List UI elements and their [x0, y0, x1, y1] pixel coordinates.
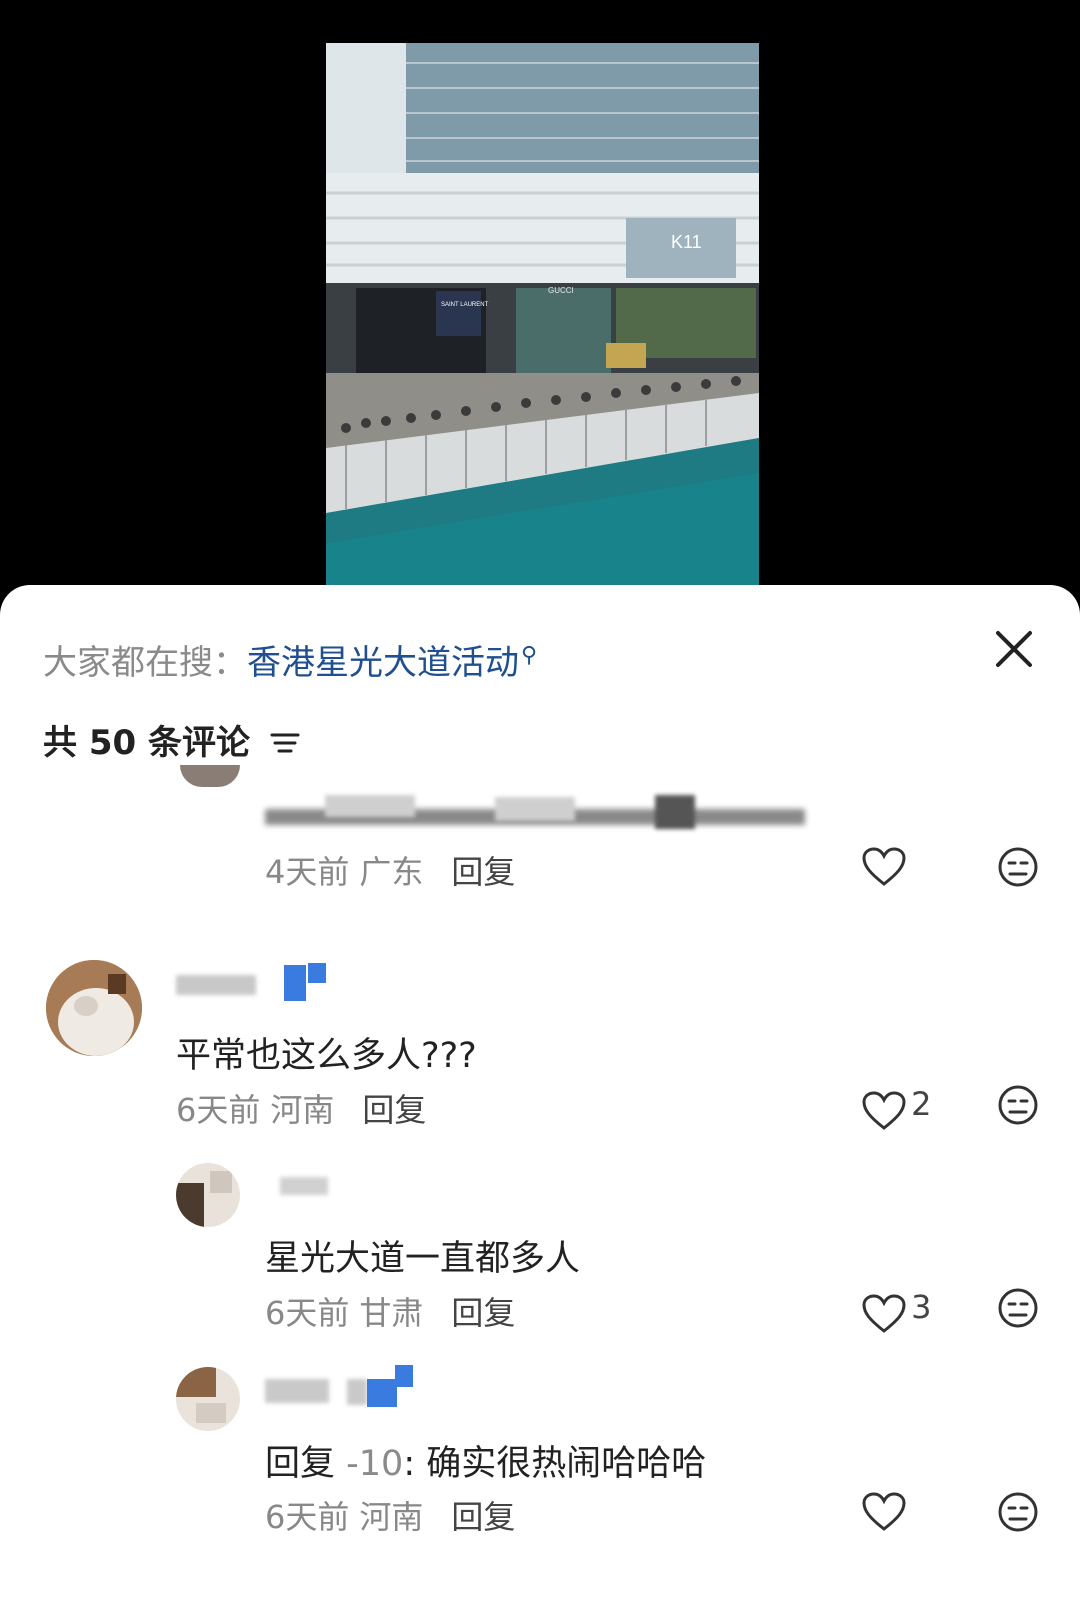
- comment-text: 星光大道一直都多人: [265, 1239, 581, 1279]
- comment-meta: 4天前 广东 回复: [265, 847, 515, 893]
- sign-brand2: GUCCI: [548, 286, 574, 295]
- video-player[interactable]: SAINT LAURENT GUCCI K11: [0, 0, 1080, 600]
- comment-panel: 大家都在搜：香港星光大道活动⚲ 共 50 条评论 4天前 广东 回复 平常也这么…: [0, 585, 1080, 1612]
- heart-icon: [862, 1492, 906, 1531]
- like-button[interactable]: [862, 847, 906, 891]
- comment-location: 河南: [359, 1498, 424, 1536]
- close-icon: [996, 631, 1032, 667]
- username-obscured[interactable]: [176, 963, 336, 1003]
- reply-button[interactable]: 回复: [451, 853, 515, 891]
- trending-search[interactable]: 大家都在搜：香港星光大道活动⚲: [43, 635, 537, 684]
- dislike-button[interactable]: [997, 1287, 1039, 1333]
- reply-button[interactable]: 回复: [451, 1498, 515, 1536]
- comment-location: 广东: [359, 853, 424, 891]
- reply-text: 回复 -10: 确实很热闹哈哈哈: [265, 1435, 706, 1486]
- comment-text: 平常也这么多人???: [176, 1036, 477, 1076]
- comment-time: 4天前: [265, 853, 350, 891]
- avatar[interactable]: [176, 1367, 240, 1431]
- trending-search-prefix: 大家都在搜：: [43, 643, 247, 683]
- comment-time: 6天前: [176, 1091, 261, 1129]
- reply-to-user[interactable]: -10: [346, 1444, 403, 1484]
- sort-icon[interactable]: [270, 725, 300, 765]
- like-button[interactable]: 2: [862, 1085, 931, 1131]
- video-frame-image: SAINT LAURENT GUCCI K11: [326, 43, 759, 585]
- meh-face-icon: [998, 1288, 1038, 1328]
- comment-location: 甘肃: [359, 1294, 424, 1332]
- comment-count: 共 50 条评论: [43, 715, 300, 765]
- comment-time: 6天前: [265, 1498, 350, 1536]
- comment-location: 河南: [270, 1091, 335, 1129]
- meh-face-icon: [998, 1492, 1038, 1532]
- sign-brand1: SAINT LAURENT: [441, 302, 489, 308]
- dislike-button[interactable]: [997, 1084, 1039, 1130]
- username-obscured[interactable]: [280, 1175, 330, 1199]
- search-icon: ⚲: [521, 642, 538, 668]
- like-button[interactable]: [862, 1492, 906, 1536]
- like-button[interactable]: 3: [862, 1288, 931, 1334]
- like-count: 2: [911, 1085, 932, 1123]
- comment-count-label: 共 50 条评论: [43, 723, 250, 763]
- like-count: 3: [911, 1288, 932, 1326]
- sign-brand3: K11: [671, 232, 702, 252]
- close-button[interactable]: [994, 629, 1042, 677]
- avatar[interactable]: [46, 960, 142, 1056]
- meh-face-icon: [998, 1085, 1038, 1125]
- heart-icon: [862, 847, 906, 886]
- comment-meta: 6天前 河南 回复: [265, 1492, 515, 1538]
- reply-button[interactable]: 回复: [451, 1294, 515, 1332]
- comment-meta: 6天前 河南 回复: [176, 1085, 426, 1131]
- heart-icon: [862, 1090, 906, 1130]
- comment-meta: 6天前 甘肃 回复: [265, 1288, 515, 1334]
- comment-time: 6天前: [265, 1294, 350, 1332]
- heart-icon: [862, 1293, 906, 1333]
- avatar[interactable]: [180, 765, 240, 787]
- comment-text-obscured: [265, 795, 825, 829]
- avatar[interactable]: [176, 1163, 240, 1227]
- username-obscured[interactable]: [265, 1365, 425, 1411]
- dislike-button[interactable]: [997, 846, 1039, 892]
- trending-search-query[interactable]: 香港星光大道活动: [247, 643, 519, 683]
- reply-button[interactable]: 回复: [362, 1091, 426, 1129]
- comment-text: : 确实很热闹哈哈哈: [403, 1444, 707, 1484]
- reply-prefix: 回复: [265, 1444, 336, 1484]
- dislike-button[interactable]: [997, 1491, 1039, 1537]
- meh-face-icon: [998, 847, 1038, 887]
